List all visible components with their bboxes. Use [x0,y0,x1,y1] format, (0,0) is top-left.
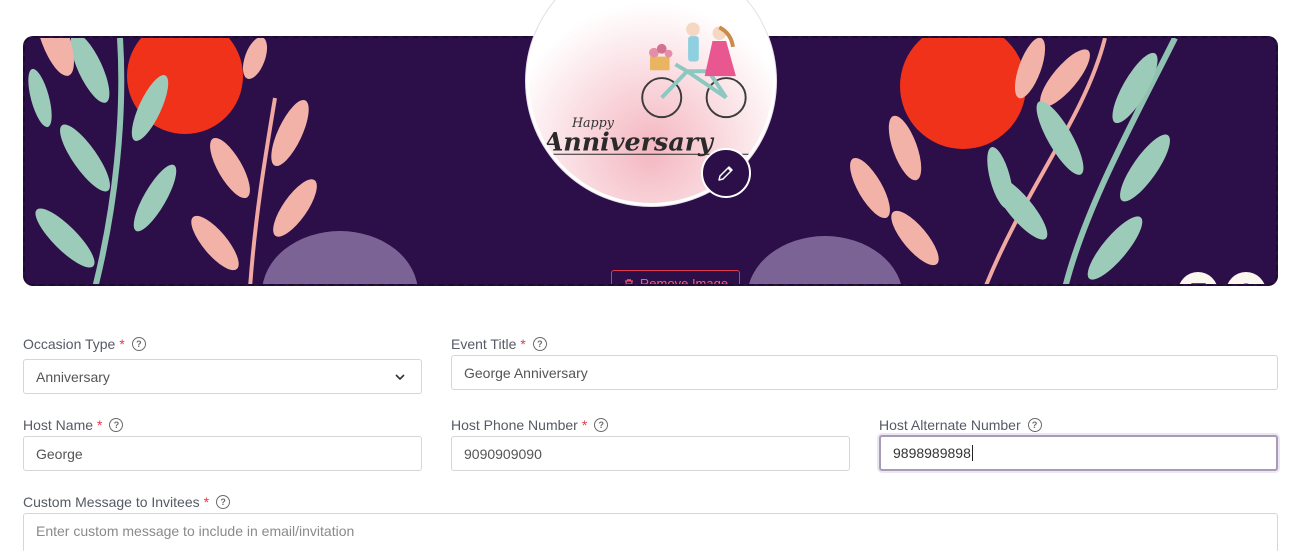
host-phone-field: Host Phone Number * ? 9090909090 [451,416,850,471]
avatar-caption-large: Anniversary [542,126,715,156]
custom-message-label: Custom Message to Invitees [23,494,200,510]
host-name-field: Host Name * ? George [23,416,422,471]
event-title-input[interactable]: George Anniversary [451,355,1278,390]
help-icon[interactable]: ? [109,418,124,432]
event-title-value: George Anniversary [464,364,588,381]
occasion-type-field: Occasion Type * ? Anniversary [23,335,422,394]
help-icon[interactable]: ? [1027,418,1042,432]
occasion-type-label-row: Occasion Type * ? [23,335,422,353]
host-name-label-row: Host Name * ? [23,416,422,434]
help-icon[interactable]: ? [131,337,146,351]
host-phone-input[interactable]: 9090909090 [451,436,850,471]
custom-message-placeholder: Enter custom message to include in email… [36,523,355,539]
pencil-icon [718,166,733,181]
host-phone-label: Host Phone Number [451,417,578,433]
required-marker: * [97,417,103,433]
occasion-type-value: Anniversary [36,368,110,385]
occasion-type-select[interactable]: Anniversary [23,359,422,394]
event-title-label: Event Title [451,336,517,352]
help-icon[interactable]: ? [594,418,609,432]
remove-image-label: Remove Image [639,276,729,286]
edit-profile-image-button[interactable] [701,148,751,198]
event-title-field: Event Title * ? George Anniversary [451,335,1278,390]
palette-icon [1243,283,1249,284]
host-alternate-input[interactable]: 9898989898 [879,435,1278,471]
host-alternate-field: Host Alternate Number ? 9898989898 [879,416,1278,471]
image-icon [1190,283,1207,284]
trash-icon [624,278,633,284]
text-caret [971,445,973,461]
occasion-type-label: Occasion Type [23,336,116,352]
custom-message-field: Custom Message to Invitees * ? Enter cus… [23,493,1278,551]
help-icon[interactable]: ? [532,337,547,351]
host-name-input[interactable]: George [23,436,422,471]
host-phone-label-row: Host Phone Number * ? [451,416,850,434]
required-marker: * [581,417,588,433]
required-marker: * [520,336,526,352]
event-title-label-row: Event Title * ? [451,335,1278,353]
custom-message-textarea[interactable]: Enter custom message to include in email… [23,513,1278,551]
custom-message-label-row: Custom Message to Invitees * ? [23,493,1278,511]
host-name-label: Host Name [23,417,94,433]
required-marker: * [203,494,210,510]
host-name-value: George [36,445,83,462]
host-alternate-label-row: Host Alternate Number ? [879,416,1278,434]
host-alternate-label: Host Alternate Number [879,417,1021,433]
host-alternate-value: 9898989898 [893,445,971,461]
host-phone-value: 9090909090 [464,445,542,462]
help-icon[interactable]: ? [216,495,231,509]
required-marker: * [119,336,125,352]
remove-image-button[interactable]: Remove Image [611,270,740,286]
chevron-down-icon [395,374,405,381]
